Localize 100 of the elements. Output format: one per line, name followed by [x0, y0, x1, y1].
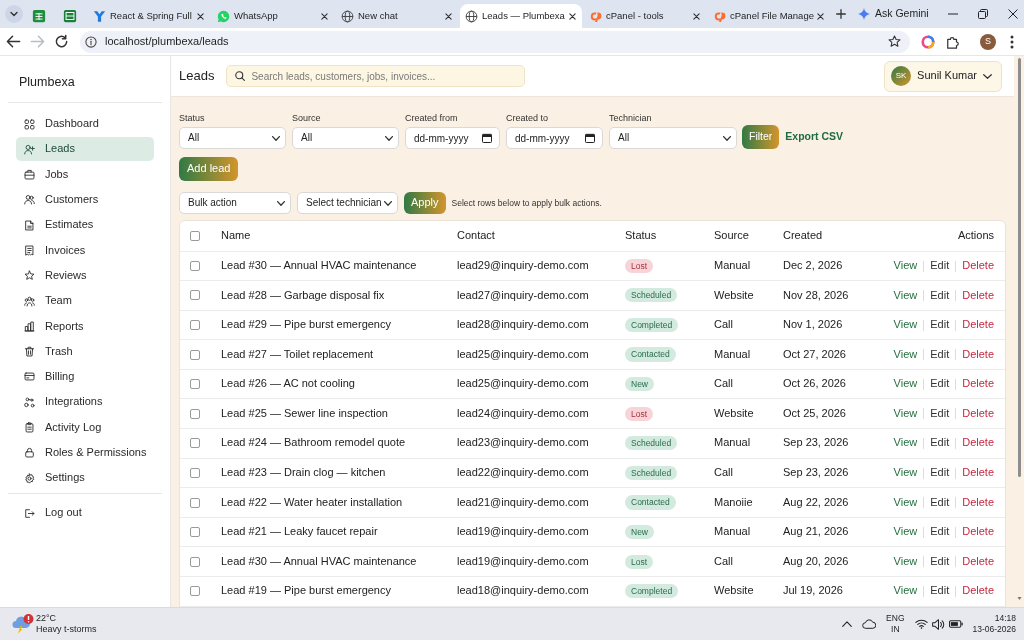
row-checkbox[interactable]: [190, 586, 200, 597]
status-select[interactable]: All: [179, 127, 286, 149]
row-checkbox[interactable]: [190, 527, 200, 538]
view-link[interactable]: View: [893, 436, 918, 449]
gemini-button[interactable]: Ask Gemini: [854, 5, 933, 23]
row-checkbox[interactable]: [190, 438, 200, 449]
sidebar-item[interactable]: Jobs: [16, 162, 154, 187]
browser-tab[interactable]: WhatsApp: [212, 4, 334, 28]
sidebar-item[interactable]: Leads: [16, 137, 154, 162]
language-region[interactable]: IN: [891, 624, 900, 635]
wifi-icon[interactable]: [914, 619, 928, 629]
export-csv-link[interactable]: Export CSV: [785, 130, 844, 144]
search-field[interactable]: Search leads, customers, jobs, invoices...: [226, 65, 526, 87]
reload-icon[interactable]: [54, 34, 69, 49]
edit-link[interactable]: Edit: [930, 347, 950, 360]
close-icon[interactable]: [569, 12, 576, 20]
edit-link[interactable]: Edit: [930, 318, 950, 331]
row-checkbox[interactable]: [190, 408, 200, 419]
browser-tab[interactable]: cPanel File Manage: [708, 4, 830, 28]
row-checkbox[interactable]: [190, 320, 200, 330]
apply-button[interactable]: Apply: [404, 192, 446, 214]
sidebar-item[interactable]: Activity Log: [16, 415, 154, 440]
delete-link[interactable]: Delete: [962, 377, 994, 390]
view-link[interactable]: View: [893, 466, 918, 479]
delete-link[interactable]: Delete: [962, 288, 994, 301]
delete-link[interactable]: Delete: [962, 495, 994, 508]
delete-link[interactable]: Delete: [962, 258, 994, 271]
browser-tab[interactable]: New chat: [336, 4, 458, 28]
date-field[interactable]: dd-mm-yyyy: [506, 127, 603, 149]
date-field[interactable]: dd-mm-yyyy: [405, 127, 500, 149]
technician-select[interactable]: Select technician: [297, 192, 398, 214]
sidebar-item[interactable]: Reports: [16, 314, 154, 339]
add-lead-button[interactable]: Add lead: [179, 157, 239, 181]
row-checkbox[interactable]: [190, 290, 200, 301]
bulk-action-select[interactable]: Bulk action: [179, 192, 291, 214]
technician-select[interactable]: All: [609, 127, 737, 149]
edit-link[interactable]: Edit: [930, 554, 950, 567]
edit-link[interactable]: Edit: [930, 495, 950, 508]
delete-link[interactable]: Delete: [962, 436, 994, 449]
delete-link[interactable]: Delete: [962, 554, 994, 567]
edit-link[interactable]: Edit: [930, 406, 950, 419]
sidebar-item[interactable]: Trash: [16, 339, 154, 364]
close-icon[interactable]: [1008, 9, 1018, 19]
close-icon[interactable]: [817, 12, 824, 20]
clock-date[interactable]: 13-06-2026: [972, 624, 1016, 635]
clock-time[interactable]: 14:18: [994, 613, 1016, 624]
star-icon[interactable]: [888, 35, 901, 48]
edit-link[interactable]: Edit: [930, 466, 950, 479]
puzzle-icon[interactable]: [946, 34, 960, 49]
view-link[interactable]: View: [893, 554, 918, 567]
view-link[interactable]: View: [893, 406, 918, 419]
row-checkbox[interactable]: [190, 497, 200, 508]
delete-link[interactable]: Delete: [962, 318, 994, 331]
logout-item[interactable]: Log out: [16, 501, 154, 526]
sidebar-item[interactable]: Customers: [16, 187, 154, 212]
row-checkbox[interactable]: [190, 349, 200, 360]
close-icon[interactable]: [445, 12, 452, 20]
filter-button[interactable]: Filter: [742, 125, 780, 149]
view-link[interactable]: View: [893, 258, 918, 271]
sidebar-item[interactable]: Roles & Permissions: [16, 440, 154, 465]
edit-link[interactable]: Edit: [930, 525, 950, 538]
source-select[interactable]: All: [292, 127, 399, 149]
view-link[interactable]: View: [893, 347, 918, 360]
menu-icon[interactable]: [1010, 34, 1014, 49]
scrollbar[interactable]: [1014, 56, 1024, 607]
browser-tab[interactable]: cPanel - tools: [584, 4, 706, 28]
browser-tab[interactable]: Leads — Plumbexa: [460, 4, 582, 28]
sidebar-item[interactable]: Team: [16, 289, 154, 314]
language-code[interactable]: ENG: [886, 613, 905, 624]
view-link[interactable]: View: [893, 318, 918, 331]
delete-link[interactable]: Delete: [962, 584, 994, 597]
plus-icon[interactable]: [836, 9, 846, 19]
close-icon[interactable]: [693, 12, 700, 20]
delete-link[interactable]: Delete: [962, 525, 994, 538]
delete-link[interactable]: Delete: [962, 466, 994, 479]
address-field[interactable]: localhost/plumbexa/leads: [80, 30, 910, 53]
edit-link[interactable]: Edit: [930, 377, 950, 390]
row-checkbox[interactable]: [190, 556, 200, 567]
select-all-checkbox[interactable]: [190, 230, 200, 241]
close-icon[interactable]: [197, 12, 204, 20]
ring-icon[interactable]: [921, 34, 935, 49]
calendar-icon[interactable]: [482, 133, 492, 143]
edit-link[interactable]: Edit: [930, 258, 950, 271]
row-checkbox[interactable]: [190, 467, 200, 478]
view-link[interactable]: View: [893, 525, 918, 538]
delete-link[interactable]: Delete: [962, 406, 994, 419]
sidebar-item[interactable]: Integrations: [16, 390, 154, 415]
battery-icon[interactable]: [948, 620, 963, 628]
site-info-icon[interactable]: [85, 35, 97, 48]
weather-alert-icon[interactable]: [12, 614, 34, 634]
edit-link[interactable]: Edit: [930, 436, 950, 449]
sidebar-item[interactable]: Invoices: [16, 238, 154, 263]
row-checkbox[interactable]: [190, 260, 200, 271]
sidebar-item[interactable]: Settings: [16, 466, 154, 491]
calendar-icon[interactable]: [585, 133, 595, 143]
sidebar-item[interactable]: Billing: [16, 364, 154, 389]
cloud-icon[interactable]: [862, 619, 877, 629]
close-icon[interactable]: [321, 12, 328, 20]
profile-avatar[interactable]: S: [980, 33, 996, 50]
speaker-icon[interactable]: [931, 618, 945, 630]
